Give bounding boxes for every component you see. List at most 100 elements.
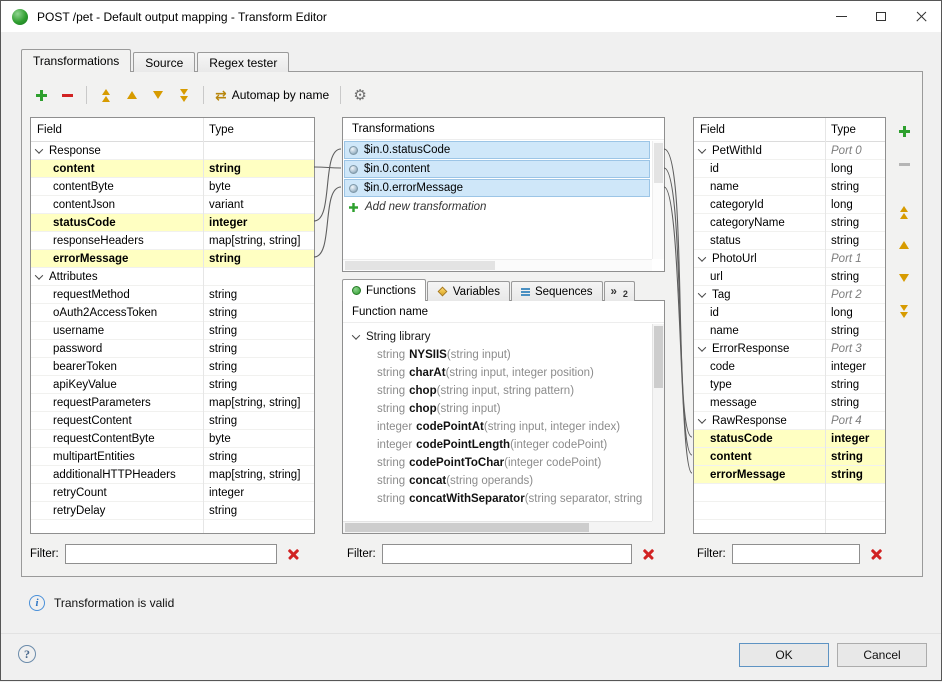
table-row[interactable]: errorMessagestring — [31, 250, 314, 268]
table-row[interactable]: contentstring — [31, 160, 314, 178]
automap-by-name-button[interactable]: ⇄Automap by name — [212, 83, 332, 107]
expand-chevron-icon[interactable] — [698, 253, 706, 261]
table-row[interactable]: usernamestring — [31, 322, 314, 340]
maximize-button[interactable] — [861, 1, 901, 32]
table-row[interactable]: categoryIdlong — [694, 196, 885, 214]
table-row[interactable]: oAuth2AccessTokenstring — [31, 304, 314, 322]
expand-chevron-icon[interactable] — [35, 145, 43, 153]
remove-output-field-button[interactable] — [893, 152, 915, 176]
table-row[interactable]: codeinteger — [694, 358, 885, 376]
move-field-down-button[interactable] — [893, 266, 915, 290]
move-top-button[interactable] — [95, 83, 117, 107]
move-bottom-button[interactable] — [173, 83, 195, 107]
vertical-scrollbar[interactable] — [652, 324, 664, 521]
table-row[interactable]: ErrorResponsePort 3 — [694, 340, 885, 358]
table-row[interactable]: requestParametersmap[string, string] — [31, 394, 314, 412]
table-row[interactable]: typestring — [694, 376, 885, 394]
move-down-button[interactable] — [147, 83, 169, 107]
expand-chevron-icon[interactable] — [698, 343, 706, 351]
table-row[interactable]: passwordstring — [31, 340, 314, 358]
function-item[interactable]: stringconcatWithSeparator(string separat… — [343, 490, 664, 508]
table-row[interactable]: requestContentBytebyte — [31, 430, 314, 448]
table-row[interactable]: messagestring — [694, 394, 885, 412]
mapping-settings-button[interactable]: ⚙ — [349, 83, 371, 107]
table-row[interactable]: statusCodeinteger — [31, 214, 314, 232]
table-row[interactable] — [694, 502, 885, 520]
function-item[interactable]: stringchop(string input, string pattern) — [343, 382, 664, 400]
expand-chevron-icon[interactable] — [698, 145, 706, 153]
move-up-button[interactable] — [121, 83, 143, 107]
clear-filter-button[interactable] — [287, 548, 300, 561]
table-row[interactable]: contentBytebyte — [31, 178, 314, 196]
table-row[interactable]: categoryNamestring — [694, 214, 885, 232]
tab-variables[interactable]: Variables — [427, 281, 510, 301]
remove-field-button[interactable] — [56, 83, 78, 107]
expand-chevron-icon[interactable] — [35, 271, 43, 279]
table-row[interactable]: urlstring — [694, 268, 885, 286]
function-item[interactable]: stringcharAt(string input, integer posit… — [343, 364, 664, 382]
add-output-field-button[interactable] — [893, 119, 915, 143]
minimize-button[interactable] — [821, 1, 861, 32]
table-row[interactable]: namestring — [694, 178, 885, 196]
add-new-transformation-button[interactable]: Add new transformation — [343, 198, 664, 216]
help-button[interactable] — [18, 645, 36, 663]
tab-transformations[interactable]: Transformations — [21, 49, 131, 72]
table-row[interactable]: contentJsonvariant — [31, 196, 314, 214]
cancel-button[interactable]: Cancel — [837, 643, 927, 667]
table-row[interactable]: PetWithIdPort 0 — [694, 142, 885, 160]
function-item[interactable]: integercodePointAt(string input, integer… — [343, 418, 664, 436]
clear-filter-button[interactable] — [642, 548, 655, 561]
function-item[interactable]: stringcodePointToChar(integer codePoint) — [343, 454, 664, 472]
ok-button[interactable]: OK — [739, 643, 829, 667]
table-row[interactable]: multipartEntitiesstring — [31, 448, 314, 466]
tab-sequences[interactable]: Sequences — [511, 281, 603, 301]
table-row[interactable]: contentstring — [694, 448, 885, 466]
table-row[interactable]: idlong — [694, 160, 885, 178]
table-row[interactable]: responseHeadersmap[string, string] — [31, 232, 314, 250]
function-item[interactable]: integercodePointLength(integer codePoint… — [343, 436, 664, 454]
table-row[interactable] — [694, 484, 885, 502]
transformation-item[interactable]: $in.0.errorMessage — [344, 179, 650, 197]
add-field-button[interactable] — [30, 83, 52, 107]
table-row[interactable]: namestring — [694, 322, 885, 340]
table-row[interactable]: errorMessagestring — [694, 466, 885, 484]
table-row[interactable]: retryCountinteger — [31, 484, 314, 502]
table-row[interactable]: statusstring — [694, 232, 885, 250]
horizontal-scrollbar[interactable] — [343, 259, 652, 271]
move-field-top-button[interactable] — [893, 200, 915, 224]
close-button[interactable] — [901, 1, 941, 32]
function-item[interactable]: stringconcat(string operands) — [343, 472, 664, 490]
tab-source[interactable]: Source — [133, 52, 195, 72]
table-row[interactable]: TagPort 2 — [694, 286, 885, 304]
tab-regex-tester[interactable]: Regex tester — [197, 52, 289, 72]
expand-chevron-icon[interactable] — [698, 415, 706, 423]
table-row[interactable]: idlong — [694, 304, 885, 322]
transformation-item[interactable]: $in.0.content — [344, 160, 650, 178]
transformation-item[interactable]: $in.0.statusCode — [344, 141, 650, 159]
tab-overflow-chevron[interactable]: »2 — [604, 281, 635, 301]
string-library-node[interactable]: String library — [343, 328, 664, 346]
table-row[interactable]: Attributes — [31, 268, 314, 286]
table-row[interactable]: requestContentstring — [31, 412, 314, 430]
table-row[interactable]: requestMethodstring — [31, 286, 314, 304]
table-row[interactable]: Response — [31, 142, 314, 160]
table-row[interactable]: apiKeyValuestring — [31, 376, 314, 394]
expand-chevron-icon[interactable] — [352, 331, 360, 339]
horizontal-scrollbar[interactable] — [343, 521, 652, 533]
table-row[interactable]: retryDelaystring — [31, 502, 314, 520]
move-field-up-button[interactable] — [893, 233, 915, 257]
move-field-bottom-button[interactable] — [893, 299, 915, 323]
table-row[interactable]: statusCodeinteger — [694, 430, 885, 448]
table-row[interactable]: RawResponsePort 4 — [694, 412, 885, 430]
table-row[interactable]: bearerTokenstring — [31, 358, 314, 376]
clear-filter-button[interactable] — [870, 548, 883, 561]
functions-filter-field[interactable] — [382, 544, 632, 564]
function-item[interactable]: stringNYSIIS(string input) — [343, 346, 664, 364]
function-item[interactable]: stringchop(string input) — [343, 400, 664, 418]
tab-functions[interactable]: Functions — [342, 279, 426, 301]
table-row[interactable]: PhotoUrlPort 1 — [694, 250, 885, 268]
table-row[interactable]: additionalHTTPHeadersmap[string, string] — [31, 466, 314, 484]
expand-chevron-icon[interactable] — [698, 289, 706, 297]
input-filter-field[interactable] — [65, 544, 277, 564]
output-filter-field[interactable] — [732, 544, 860, 564]
